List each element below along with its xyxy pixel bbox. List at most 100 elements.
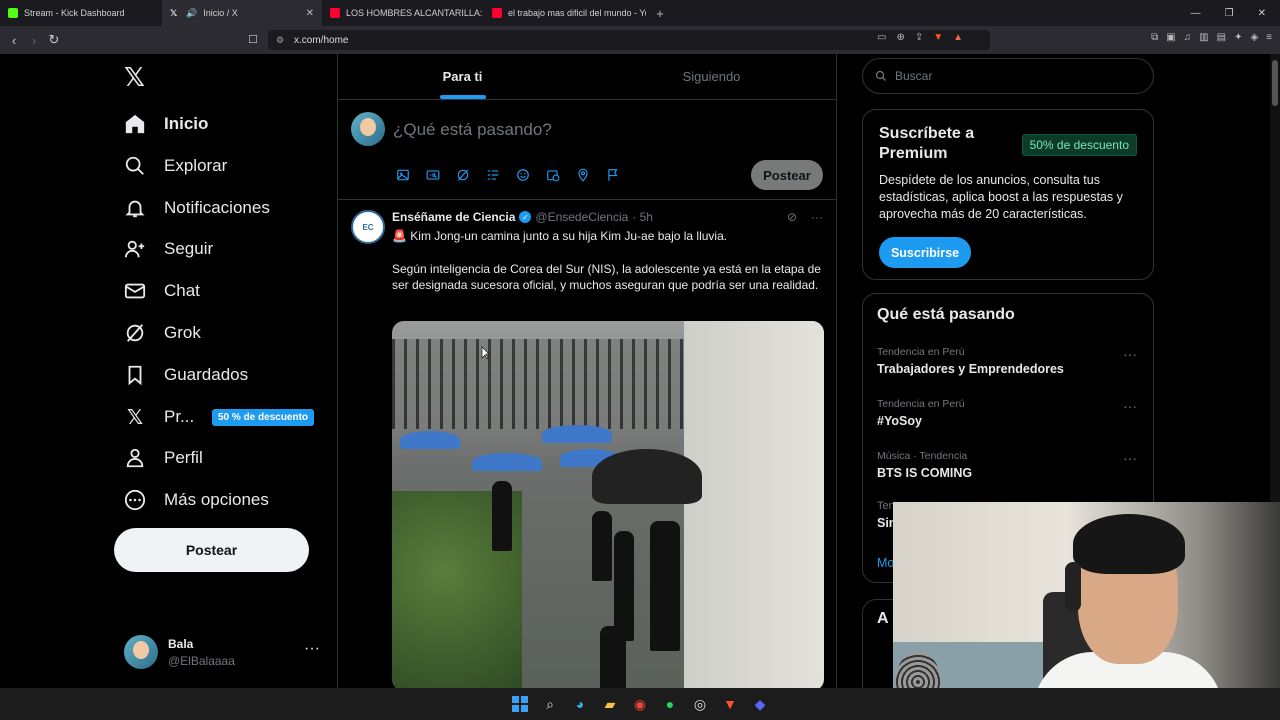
search-icon[interactable]: ⌕ [540,694,560,714]
compose-post-button[interactable]: Postear [751,160,823,190]
show-more-link[interactable]: Mo [877,556,894,570]
emoji-icon[interactable] [515,167,531,183]
brave-rewards-icon[interactable]: ▲ [953,32,963,43]
brave-shield-icon[interactable]: ▼ [933,32,943,43]
more-dots-icon[interactable]: ··· [1123,398,1137,414]
trend-name: Trabajadores y Emprendedores [877,362,1064,376]
account-switcher[interactable]: Bala @ElBalaaaa ··· [124,632,324,672]
chrome-icon[interactable]: ◉ [630,694,650,714]
maximize-icon[interactable]: ❐ [1225,8,1234,19]
back-icon[interactable]: ‹ [4,33,24,48]
forward-icon[interactable]: › [24,33,44,48]
media-icon[interactable]: ♫ [1184,32,1192,43]
subscribe-button[interactable]: Suscribirse [879,237,971,268]
youtube-icon [330,8,340,18]
new-tab-button[interactable]: + [650,6,670,21]
discord-icon[interactable]: ◆ [750,694,770,714]
search-input[interactable]: Buscar [862,58,1154,94]
webcam-headset [1065,562,1081,612]
zoom-icon[interactable]: ⊕ [896,32,904,43]
tweet[interactable]: EC Enséñame de Ciencia ✓ @EnsedeCiencia … [338,200,836,688]
windows-start-icon[interactable] [510,694,530,714]
nav-item-chat[interactable]: Chat [124,271,200,311]
trend-name: BTS IS COMING [877,466,973,480]
site-info-icon[interactable]: ⚙ [276,35,284,46]
person-shape [492,481,512,551]
browser-tab-kick[interactable]: Stream - Kick Dashboard [0,0,162,26]
browser-tab-youtube-2[interactable]: el trabajo mas dificil del mundo - You [484,0,646,26]
sidebar-icon[interactable]: ▥ [1199,32,1208,43]
leo-icon[interactable]: ✦ [1234,32,1242,43]
browser-tab-x[interactable]: 𝕏 🔊 Inicio / X ✕ [162,0,322,26]
taskbar: ⌕ ◕ ▰ ◉ ● ◎ ▼ ◆ [0,688,1280,720]
nav-item-home[interactable]: Inicio [124,104,208,144]
grok-icon[interactable] [455,167,471,183]
profile-icon [124,447,146,469]
nav-item-explore[interactable]: Explorar [124,146,227,186]
webcam-person-hair [1073,514,1185,574]
gif-icon[interactable] [425,167,441,183]
tweet-author-name[interactable]: Enséñame de Ciencia [392,210,515,224]
nav-item-more[interactable]: Más opciones [124,480,269,520]
scrollbar-thumb[interactable] [1272,60,1278,106]
x-logo-icon[interactable]: 𝕏 [124,64,150,90]
minimize-icon[interactable]: — [1191,8,1201,19]
tab-for-you[interactable]: Para ti [338,54,587,99]
location-icon[interactable] [575,167,591,183]
tweet-time[interactable]: · 5h [632,210,653,224]
more-dots-icon[interactable]: ··· [1123,346,1137,362]
extensions-icon[interactable]: ⧉ [1151,32,1158,43]
nav-label: Chat [164,281,200,300]
account-handle: @ElBalaaaa [168,653,235,668]
nav-item-follow[interactable]: Seguir [124,229,213,269]
bookmark-icon [124,364,146,386]
screenshot-icon[interactable]: ▣ [1166,32,1175,43]
trend-item[interactable]: Música · Tendencia BTS IS COMING ··· [877,450,1143,480]
edge-icon[interactable]: ◕ [570,694,590,714]
vpn-icon[interactable]: ◈ [1250,32,1258,43]
tweet-avatar[interactable]: EC [351,210,385,244]
verified-badge-icon: ✓ [519,211,532,223]
nav-item-notifications[interactable]: Notificaciones [124,188,270,228]
image-icon[interactable] [395,167,411,183]
post-button[interactable]: Postear [114,528,309,572]
obs-icon[interactable]: ◎ [690,694,710,714]
schedule-icon[interactable] [545,167,561,183]
poll-icon[interactable] [485,167,501,183]
gate-image-region [392,339,692,429]
bookmark-page-icon[interactable]: ☐ [248,33,258,46]
cast-icon[interactable]: ▭ [877,32,886,43]
premium-discount-badge[interactable]: 50 % de descuento [212,409,315,426]
spotify-icon[interactable]: ● [660,694,680,714]
menu-icon[interactable]: ≡ [1266,32,1272,43]
nav-item-grok[interactable]: Grok [124,313,201,353]
youtube-icon [492,8,502,18]
close-window-icon[interactable]: ✕ [1258,8,1266,19]
more-dots-icon[interactable]: ··· [811,210,823,224]
grok-icon[interactable]: ⊘ [787,210,797,224]
browser-tab-youtube-1[interactable]: LOS HOMBRES ALCANTARILLA: el tra [322,0,484,26]
nav-item-bookmarks[interactable]: Guardados [124,355,248,395]
compose-input[interactable]: ¿Qué está pasando? [393,120,552,140]
timeline: Para ti Siguiendo ¿Qué está pasando? Pos… [337,54,837,688]
flag-icon[interactable] [605,167,621,183]
nav-item-profile[interactable]: Perfil [124,438,203,478]
nav-item-premium[interactable]: 𝕏 Pr... [124,397,194,437]
more-dots-icon[interactable]: ··· [304,640,320,658]
folder-icon[interactable]: ▰ [600,694,620,714]
trend-item[interactable]: Tendencia en Perú #YoSoy ··· [877,398,1143,428]
reload-icon[interactable]: ↻ [44,32,64,48]
tweet-video[interactable] [392,321,824,688]
premium-discount-badge: 50% de descuento [1021,134,1137,156]
wallet-icon[interactable]: ▤ [1217,32,1226,43]
more-dots-icon[interactable]: ··· [1123,450,1137,466]
kick-icon [8,8,18,18]
share-icon[interactable]: ⇪ [915,32,923,43]
brave-icon[interactable]: ▼ [720,694,740,714]
tweet-author-handle[interactable]: @EnsedeCiencia [535,210,628,224]
search-icon [124,155,146,177]
avatar [124,635,158,669]
trend-item[interactable]: Tendencia en Perú Trabajadores y Emprend… [877,346,1143,376]
close-icon[interactable]: ✕ [306,8,314,19]
tab-following[interactable]: Siguiendo [587,54,836,99]
